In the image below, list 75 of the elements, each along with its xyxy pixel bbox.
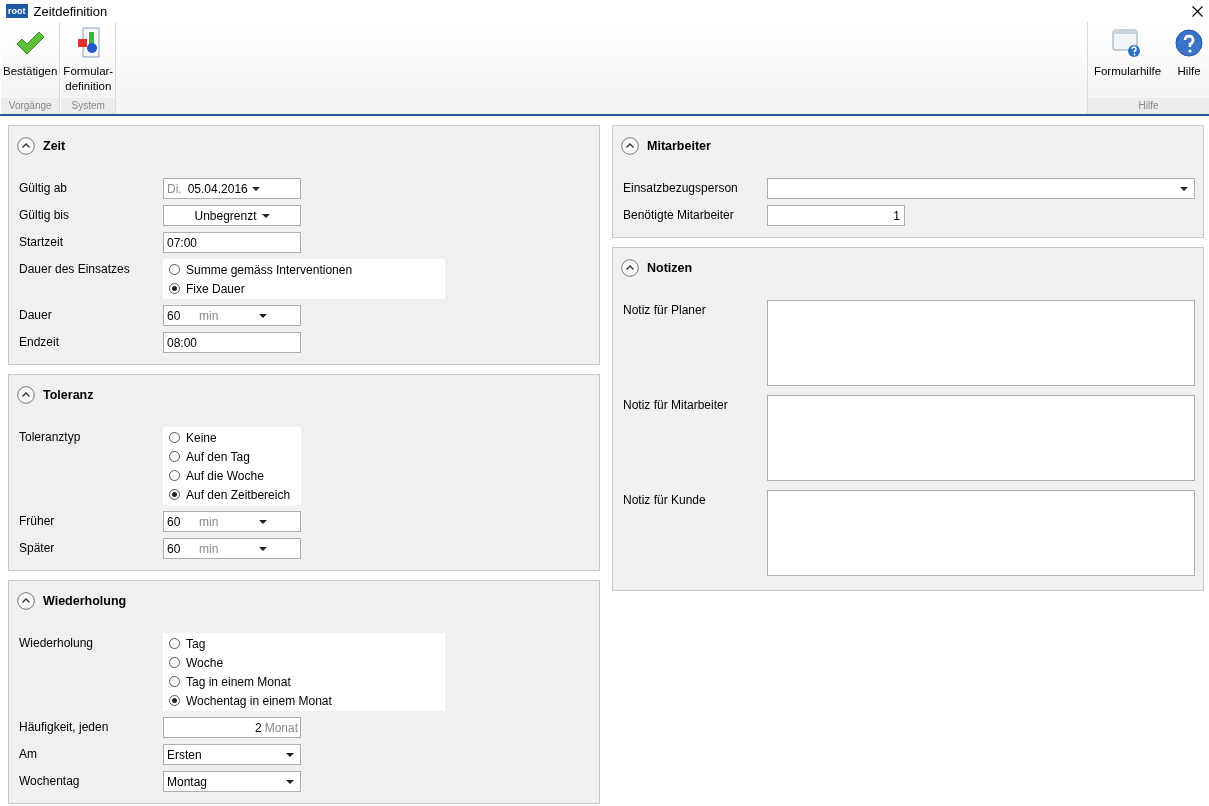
field-label: Benötigte Mitarbeiter <box>623 207 735 224</box>
field-label: Wiederholung <box>19 635 95 652</box>
collapse-icon[interactable] <box>17 592 35 610</box>
radio-option[interactable]: Tag <box>169 634 445 653</box>
caret-icon <box>259 313 267 318</box>
close-icon[interactable] <box>1192 5 1203 17</box>
checkmark-icon <box>15 30 46 56</box>
input-field[interactable]: 07:00 <box>163 232 301 253</box>
section-title: Mitarbeiter <box>647 139 711 153</box>
radio-option[interactable]: Fixe Dauer <box>169 279 445 298</box>
field-label: Später <box>19 540 56 557</box>
duration-field[interactable]: 60 min <box>163 538 301 559</box>
radio-option[interactable]: Tag in einem Monat <box>169 672 445 691</box>
field-label: Gültig ab <box>19 180 69 197</box>
radio-option[interactable]: Auf die Woche <box>169 466 301 485</box>
dropdown[interactable]: Montag <box>163 771 301 792</box>
ribbon-button[interactable]: Formularhilfe <box>1091 26 1164 98</box>
caret-icon <box>251 186 260 191</box>
field-label: Endzeit <box>19 334 61 351</box>
radio-option[interactable]: Woche <box>169 653 445 672</box>
caret-icon <box>286 779 294 784</box>
collapse-icon[interactable] <box>621 259 639 277</box>
caret-icon <box>286 752 294 757</box>
field-label: Toleranztyp <box>19 429 82 446</box>
field-label: Früher <box>19 513 56 530</box>
radio-option[interactable]: Keine <box>169 428 301 447</box>
help-icon <box>1175 29 1204 57</box>
text-area[interactable] <box>767 300 1195 386</box>
number-field[interactable]: 2 Monat <box>163 717 301 738</box>
section-title: Notizen <box>647 261 693 275</box>
radio-option[interactable]: Auf den Zeitbereich <box>169 485 301 504</box>
combo-box[interactable] <box>767 178 1195 199</box>
duration-field[interactable]: 60 min <box>163 511 301 532</box>
section-title: Toleranz <box>43 388 94 402</box>
dropdown[interactable]: Ersten <box>163 744 301 765</box>
field-label: Dauer <box>19 307 53 324</box>
field-label: Häufigkeit, jeden <box>19 719 110 736</box>
caret-icon <box>261 213 270 218</box>
window-title: Zeitdefinition <box>33 3 109 19</box>
section-title: Wiederholung <box>43 594 127 608</box>
caret-icon <box>1180 186 1188 191</box>
radio-option[interactable]: Summe gemäss Interventionen <box>169 260 445 279</box>
input-field[interactable]: 08:00 <box>163 332 301 353</box>
field-label: Notiz für Planer <box>623 302 707 319</box>
ribbon-button[interactable]: Hilfe <box>1173 26 1206 98</box>
field-label: Notiz für Mitarbeiter <box>623 397 729 414</box>
ribbon-button[interactable]: Formular- definition <box>61 26 116 98</box>
field-label: Dauer des Einsatzes <box>19 261 131 278</box>
collapse-icon[interactable] <box>621 137 639 155</box>
ribbon-button[interactable]: Bestätigen <box>1 26 60 98</box>
window-help-icon <box>1112 28 1143 58</box>
field-label: Einsatzbezugsperson <box>623 180 739 197</box>
dropdown[interactable]: Unbegrenzt <box>163 205 301 226</box>
field-label: Am <box>19 746 38 763</box>
app-logo: root <box>6 4 28 18</box>
field-label: Gültig bis <box>19 207 71 224</box>
collapse-icon[interactable] <box>17 137 35 155</box>
document-shapes-icon <box>75 27 102 59</box>
caret-icon <box>259 546 267 551</box>
collapse-icon[interactable] <box>17 386 35 404</box>
section-title: Zeit <box>43 139 66 153</box>
duration-field[interactable]: 60 min <box>163 305 301 326</box>
radio-option[interactable]: Auf den Tag <box>169 447 301 466</box>
group-label: Vorgänge <box>1 98 60 114</box>
date-picker[interactable]: Di. 05.04.2016 <box>163 178 301 199</box>
text-area[interactable] <box>767 490 1195 576</box>
number-field[interactable]: 1 <box>767 205 905 226</box>
field-label: Wochentag <box>19 773 81 790</box>
field-label: Startzeit <box>19 234 64 251</box>
group-label: Hilfe <box>1088 98 1209 114</box>
field-label: Notiz für Kunde <box>623 492 707 509</box>
caret-icon <box>259 519 267 524</box>
radio-option[interactable]: Wochentag in einem Monat <box>169 691 445 710</box>
text-area[interactable] <box>767 395 1195 481</box>
group-label: System <box>61 98 116 114</box>
